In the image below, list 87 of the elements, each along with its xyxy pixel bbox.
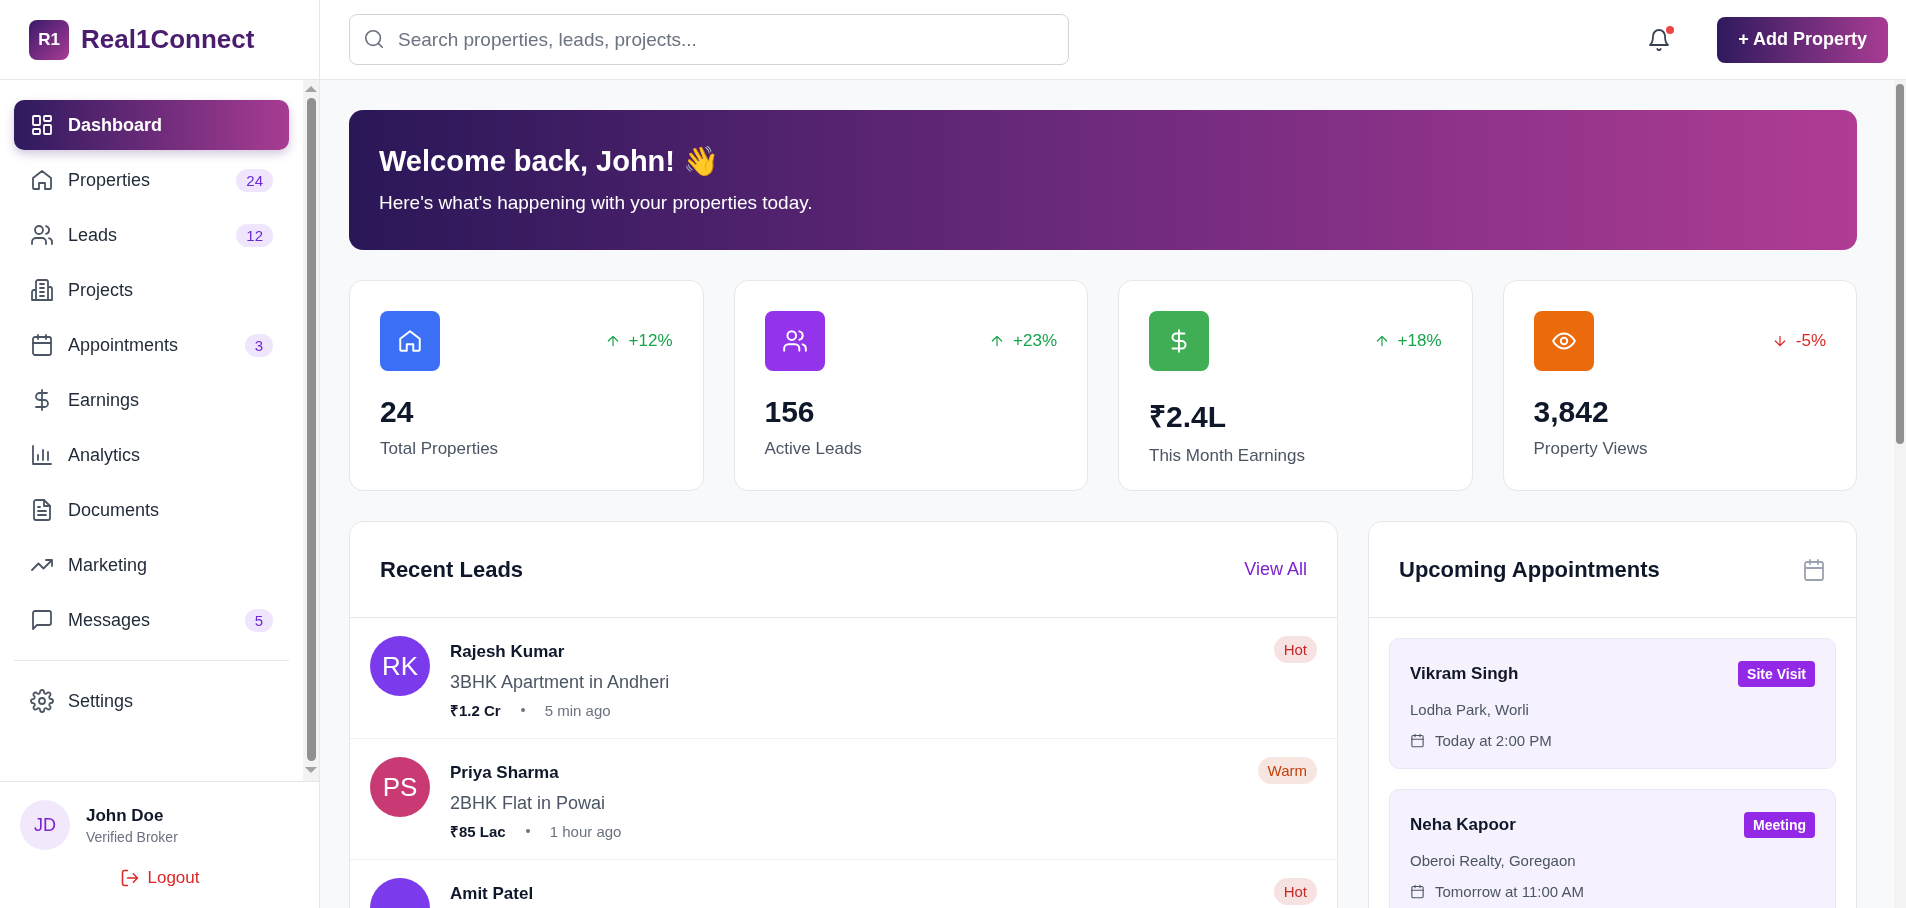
count-badge: 24 <box>236 168 273 192</box>
welcome-subtitle: Here's what's happening with your properties today. <box>379 192 814 214</box>
add-property-button[interactable]: + Add Property <box>1717 16 1888 63</box>
change-indicator: +23% <box>989 331 1057 351</box>
calendar-icon <box>1410 884 1425 899</box>
nav-item[interactable]: Properties 24 <box>14 155 289 205</box>
lead-name: Amit Patel <box>450 884 535 904</box>
separator-dot <box>520 708 525 712</box>
appointment-type: Site Visit <box>1738 661 1815 687</box>
stat-value: 24 <box>380 395 415 429</box>
stat-label: This Month Earnings <box>1149 446 1306 466</box>
lead-row[interactable]: PS Priya Sharma 2BHK Flat in Powai ₹85 Lac 1 hour ago Warm <box>350 739 1337 860</box>
nav-item[interactable]: Marketing <box>14 540 289 590</box>
nav-item[interactable]: Dashboard <box>14 100 289 150</box>
calendar-icon <box>30 333 54 357</box>
appointment-card[interactable]: Vikram Singh Site Visit Lodha Park, Worli Today at 2:00 PM <box>1389 638 1836 769</box>
card-title: Recent Leads <box>380 556 524 583</box>
lead-interest: 3BHK Apartment in Andheri <box>450 672 671 693</box>
logout-icon <box>119 868 140 888</box>
nav-item[interactable]: Earnings <box>14 375 289 425</box>
appointment-place: Lodha Park, Worli <box>1410 701 1530 718</box>
scrollbar[interactable] <box>303 80 319 781</box>
scrollbar[interactable] <box>1894 80 1906 908</box>
appointment-place: Oberoi Realty, Goregaon <box>1410 852 1577 869</box>
appointment-card[interactable]: Neha Kapoor Meeting Oberoi Realty, Goregaon Tomorrow at 11:00 AM <box>1389 789 1836 908</box>
house-icon <box>30 168 54 192</box>
status-tag: Hot <box>1273 636 1317 663</box>
user-name: John Doe <box>86 805 165 826</box>
nav-item[interactable]: Settings <box>14 676 289 726</box>
client-name: Neha Kapoor <box>1410 815 1516 835</box>
welcome-title: Welcome back, John! 👋 <box>379 144 721 178</box>
change-indicator: +18% <box>1373 331 1442 351</box>
view-all-link[interactable]: View All <box>1244 559 1307 580</box>
nav-item[interactable]: Projects <box>14 265 289 315</box>
separator-dot <box>525 829 530 833</box>
calendar-icon <box>1802 557 1826 582</box>
people-icon <box>30 223 54 247</box>
appointment-type: Meeting <box>1744 812 1815 838</box>
client-name: Vikram Singh <box>1410 664 1519 684</box>
stat-label: Property Views <box>1533 439 1649 459</box>
nav-item[interactable]: Messages 5 <box>14 595 289 645</box>
nav-item[interactable]: Documents <box>14 485 289 535</box>
lead-avatar: RK <box>370 636 430 696</box>
appointment-time: Tomorrow at 11:00 AM <box>1435 883 1584 900</box>
logout-button[interactable]: Logout <box>111 864 208 892</box>
card-title: Upcoming Appointments <box>1399 556 1660 583</box>
user-role: Verified Broker <box>86 828 178 845</box>
chat-icon <box>30 608 54 632</box>
lead-row[interactable]: RK Rajesh Kumar 3BHK Apartment in Andheri ₹1.2 Cr 5 min ago Hot <box>350 618 1337 739</box>
lead-name: Priya Sharma <box>450 763 560 783</box>
lead-interest: 2BHK Flat in Powai <box>450 793 607 814</box>
search-field[interactable]: Search properties, leads, projects... <box>349 14 1069 65</box>
calendar-icon <box>1410 733 1425 748</box>
lead-row[interactable]: Amit Patel Hot <box>350 860 1337 908</box>
status-tag: Hot <box>1273 878 1317 905</box>
count-badge: 5 <box>244 608 273 632</box>
lead-name: Rajesh Kumar <box>450 642 566 662</box>
stat-value: ₹2.4L <box>1149 399 1228 435</box>
bell-icon <box>1647 27 1672 52</box>
logo-mark: R1 <box>29 19 69 60</box>
stat-label: Active Leads <box>764 439 863 459</box>
people-icon <box>781 328 808 354</box>
lead-budget: ₹85 Lac <box>450 822 506 841</box>
stat-value: 156 <box>764 395 816 429</box>
bar-chart-icon <box>30 443 54 467</box>
change-indicator: -5% <box>1771 331 1826 351</box>
building-icon <box>30 278 54 302</box>
status-tag: Warm <box>1257 757 1317 784</box>
house-icon <box>397 328 423 354</box>
stat-label: Total Properties <box>380 439 500 459</box>
change-indicator: +12% <box>604 331 673 351</box>
count-badge: 12 <box>236 223 273 247</box>
nav-item[interactable]: Analytics <box>14 430 289 480</box>
nav-item[interactable]: Appointments 3 <box>14 320 289 370</box>
settings-icon <box>30 689 54 713</box>
appointment-time: Today at 2:00 PM <box>1435 732 1552 749</box>
nav-item[interactable]: Leads 12 <box>14 210 289 260</box>
lead-avatar: PS <box>370 757 430 817</box>
stat-value: 3,842 <box>1533 395 1610 429</box>
lead-time: 5 min ago <box>544 701 611 719</box>
document-icon <box>30 498 54 522</box>
user-avatar: JD <box>20 800 70 850</box>
grid-icon <box>30 113 54 137</box>
brand-name: Real1Connect <box>81 24 255 55</box>
count-badge: 3 <box>244 333 273 357</box>
lead-time: 1 hour ago <box>549 822 622 840</box>
lead-budget: ₹1.2 Cr <box>450 701 501 720</box>
